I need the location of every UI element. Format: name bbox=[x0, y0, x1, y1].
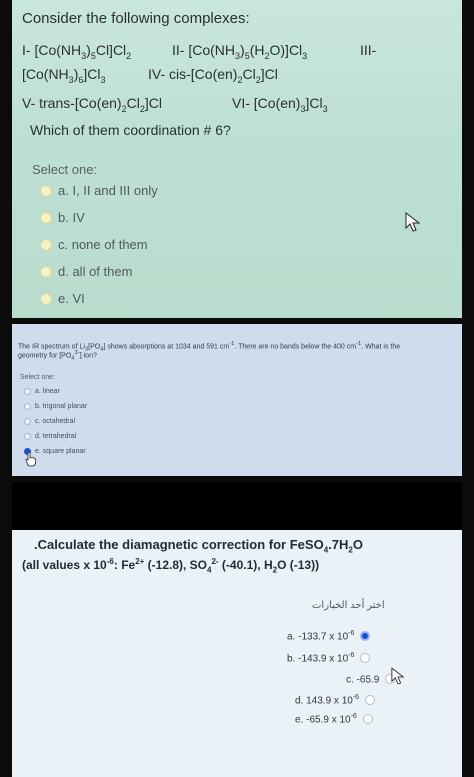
option-c[interactable]: c. none of them bbox=[40, 237, 148, 252]
radio-button[interactable] bbox=[24, 388, 31, 395]
option-label: b. IV bbox=[58, 210, 85, 225]
option-label: c. none of them bbox=[58, 237, 148, 252]
radio-button-selected[interactable] bbox=[360, 631, 371, 642]
complex-list-line-1: I- [Co(NH3)5Cl]Cl2 bbox=[22, 42, 131, 61]
option-label: b. trigonal planar bbox=[35, 403, 88, 410]
option-c[interactable]: c. octahedral bbox=[24, 418, 75, 425]
mouse-cursor-icon bbox=[405, 212, 421, 232]
complex-vi: VI- [Co(en)3]Cl3 bbox=[232, 95, 328, 114]
option-b[interactable]: b. -143.9 x 10-6 bbox=[287, 652, 371, 665]
option-label: d. tetrahedral bbox=[35, 433, 77, 440]
radio-button[interactable] bbox=[24, 403, 31, 410]
radio-button[interactable] bbox=[360, 653, 371, 664]
radio-button[interactable] bbox=[40, 265, 52, 278]
option-b[interactable]: b. trigonal planar bbox=[24, 403, 87, 410]
question-panel-ir-spectrum: The IR spectrum of Li3[PO4] shows absorp… bbox=[12, 324, 462, 476]
option-label: b. -143.9 x 10-6 bbox=[287, 652, 355, 665]
complex-iv: IV- cis-[Co(en)2Cl2]Cl bbox=[148, 66, 278, 85]
option-label: e. VI bbox=[58, 291, 85, 306]
option-a[interactable]: a. -133.7 x 10-6 bbox=[287, 630, 371, 643]
option-b[interactable]: b. IV bbox=[40, 210, 85, 225]
mouse-cursor-icon bbox=[391, 667, 405, 685]
option-label: a. linear bbox=[35, 388, 60, 395]
complex-ii: II- [Co(NH3)5(H2O)]Cl3 bbox=[172, 42, 308, 61]
complex-iii: [Co(NH3)6]Cl3 bbox=[22, 66, 106, 85]
radio-button[interactable] bbox=[24, 433, 31, 440]
select-one-label: Select one: bbox=[32, 162, 98, 177]
radio-button[interactable] bbox=[365, 695, 376, 706]
question-card: .Calculate the diamagnetic correction fo… bbox=[12, 530, 462, 777]
option-label: a. -133.7 x 10-6 bbox=[287, 630, 355, 643]
hand-cursor-icon bbox=[25, 451, 36, 467]
radio-button[interactable] bbox=[24, 418, 31, 425]
radio-button[interactable] bbox=[40, 211, 52, 224]
option-e[interactable]: e. VI bbox=[40, 291, 85, 306]
complex-iii-label: III- bbox=[360, 42, 377, 58]
option-a[interactable]: a. I, II and III only bbox=[40, 183, 158, 198]
option-label: a. I, II and III only bbox=[58, 183, 158, 198]
question-panel-coordination: Consider the following complexes: I- [Co… bbox=[12, 0, 462, 318]
option-d[interactable]: d. 143.9 x 10-6 bbox=[295, 694, 376, 707]
complex-i: I- [Co(NH3)5Cl]Cl2 bbox=[22, 42, 132, 61]
complex-v: V- trans-[Co(en)2Cl2]Cl bbox=[22, 95, 162, 114]
option-d[interactable]: d. all of them bbox=[40, 264, 132, 279]
question-panel-diamagnetic: .Calculate the diamagnetic correction fo… bbox=[12, 482, 462, 777]
option-label: d. all of them bbox=[58, 264, 133, 279]
question-values: (all values x 10-6: Fe2+ (-12.8), SO42- … bbox=[22, 557, 320, 575]
option-label: d. 143.9 x 10-6 bbox=[295, 694, 360, 707]
question-title: Consider the following complexes: bbox=[22, 10, 250, 27]
option-label: c. octahedral bbox=[35, 418, 76, 425]
radio-button[interactable] bbox=[40, 238, 52, 251]
radio-button[interactable] bbox=[362, 714, 373, 725]
question-text-line-2: geometry for [PO43-] ion? bbox=[18, 350, 97, 362]
option-e[interactable]: e. -65.9 x 10-6 bbox=[295, 713, 373, 725]
select-one-label: اختر أحد الخيارات bbox=[312, 600, 385, 611]
option-a[interactable]: a. linear bbox=[24, 388, 60, 395]
question-text: Which of them coordination # 6? bbox=[30, 122, 231, 138]
option-d[interactable]: d. tetrahedral bbox=[24, 433, 76, 440]
option-label: e. square planar bbox=[35, 448, 86, 455]
radio-button[interactable] bbox=[40, 184, 52, 197]
option-c[interactable]: c. -65.9 bbox=[346, 673, 396, 686]
option-label: c. -65.9 bbox=[346, 674, 380, 686]
radio-button[interactable] bbox=[40, 292, 52, 305]
select-one-label: Select one: bbox=[20, 374, 56, 381]
question-title: .Calculate the diamagnetic correction fo… bbox=[34, 537, 363, 555]
option-label: e. -65.9 x 10-6 bbox=[295, 713, 357, 726]
